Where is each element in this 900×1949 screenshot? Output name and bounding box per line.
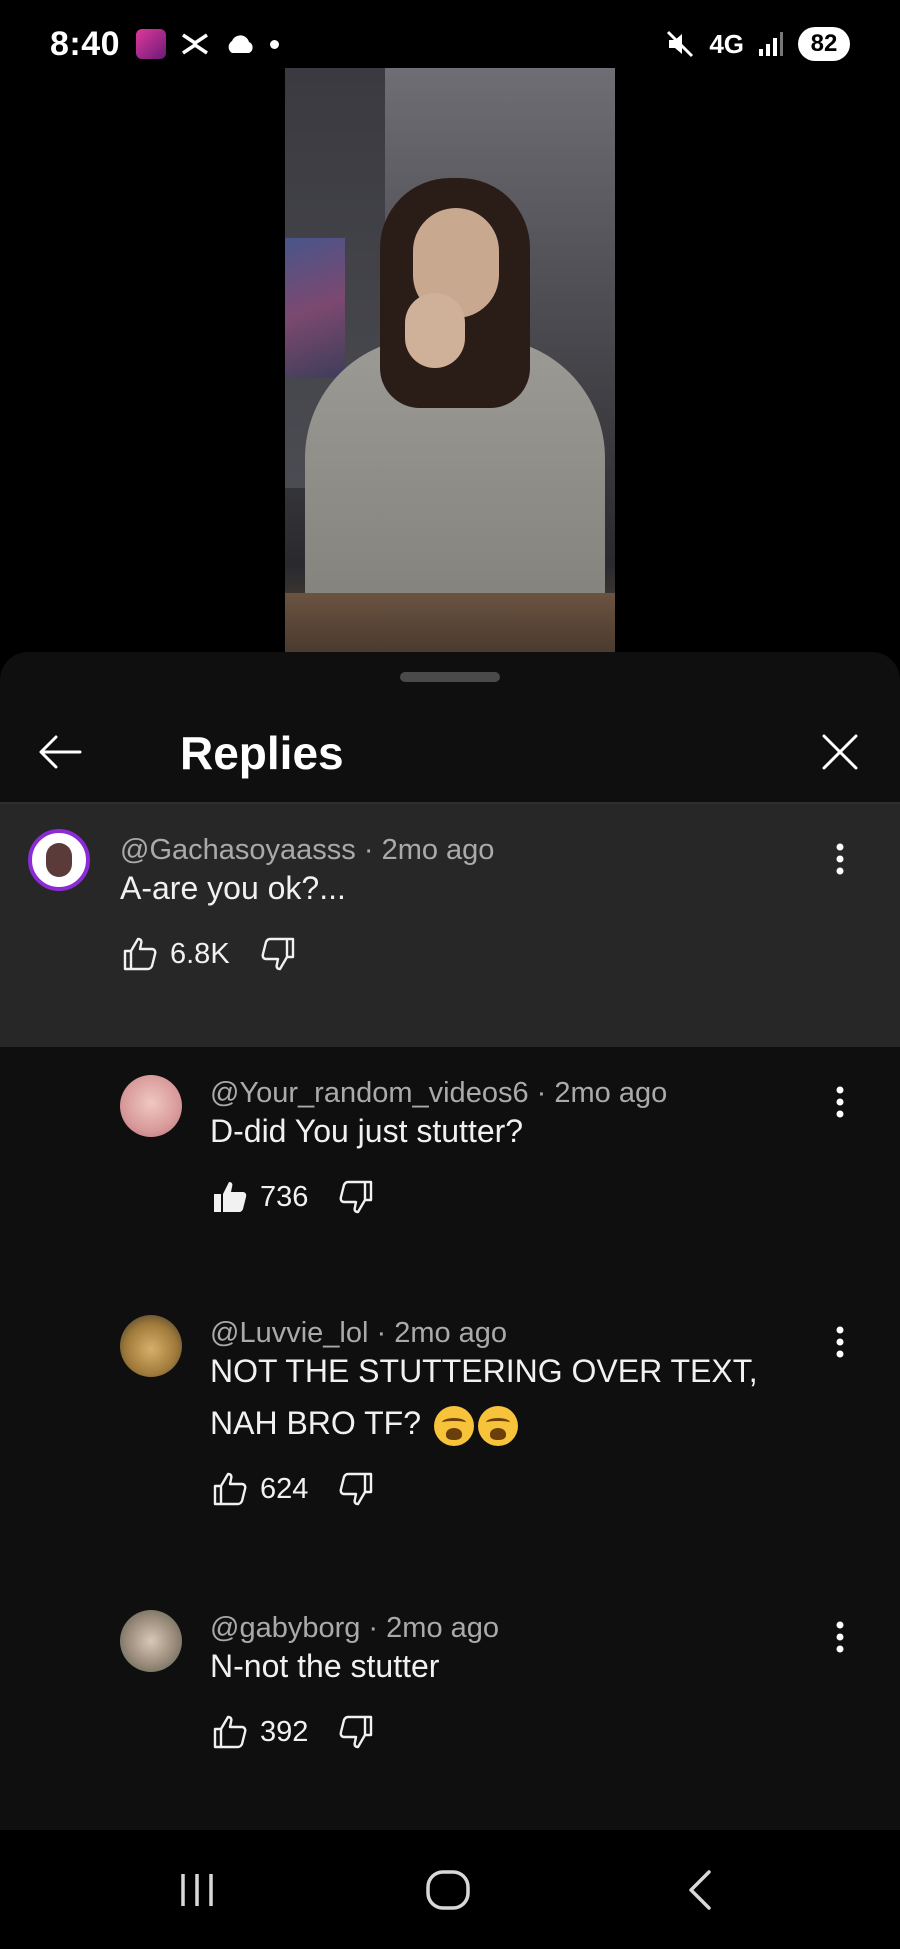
- drag-handle[interactable]: [400, 672, 500, 682]
- avatar[interactable]: [120, 1075, 182, 1137]
- like-button[interactable]: [208, 1175, 252, 1219]
- more-vert-icon: [836, 1326, 844, 1358]
- like-button[interactable]: [208, 1710, 252, 1754]
- capcut-icon: [182, 33, 209, 55]
- status-left-icons: [136, 29, 280, 59]
- battery-indicator: 82: [798, 27, 850, 61]
- app-notification-icon: [136, 29, 167, 59]
- video-frame-hand: [405, 293, 465, 368]
- like-count: 6.8K: [170, 937, 230, 970]
- video-frame-table: [285, 593, 615, 653]
- reply-text: N-not the stutter: [210, 1648, 440, 1684]
- crying-face-emoji-icon: [433, 1405, 474, 1446]
- recent-apps-icon: [181, 1874, 213, 1906]
- reply-age: 2mo ago: [554, 1077, 668, 1109]
- like-button[interactable]: [118, 932, 162, 976]
- system-nav-bar: [0, 1830, 900, 1949]
- more-vert-icon: [836, 1621, 844, 1653]
- more-vert-icon: [836, 843, 844, 875]
- more-options-button[interactable]: [825, 1317, 855, 1367]
- reply-text-line: NOT THE STUTTERING OVER TEXT,: [210, 1353, 758, 1389]
- more-options-button[interactable]: [825, 834, 855, 884]
- thumb-down-outline-icon: [339, 1715, 373, 1749]
- notification-dot-icon: [270, 39, 280, 49]
- sheet-header: Replies: [0, 702, 900, 802]
- dislike-button[interactable]: [256, 932, 300, 976]
- system-back-button[interactable]: [665, 1860, 735, 1920]
- reply-item: @Your_random_videos6 · 2mo ago D-did You…: [0, 1047, 900, 1287]
- signal-icon: [759, 32, 783, 56]
- close-icon: [822, 734, 858, 770]
- page-title: Replies: [180, 727, 344, 779]
- replies-sheet: Replies @Gachasoyaasss · 2mo ago A-are y…: [0, 652, 900, 1830]
- comment-age: 2mo ago: [381, 834, 495, 866]
- parent-comment: @Gachasoyaasss · 2mo ago A-are you ok?..…: [0, 804, 900, 1047]
- reply-item: @gabyborg · 2mo ago N-not the stutter 39…: [0, 1582, 900, 1830]
- more-vert-icon: [836, 1086, 844, 1118]
- status-time: 8:40: [50, 24, 121, 63]
- back-button[interactable]: [30, 724, 90, 780]
- dislike-button[interactable]: [334, 1175, 378, 1219]
- thumb-down-outline-icon: [339, 1180, 373, 1214]
- thumb-down-outline-icon: [261, 937, 294, 971]
- comment-text: A-are you ok?...: [120, 870, 346, 906]
- arrow-left-icon: [39, 735, 82, 769]
- crying-face-emoji-icon: [477, 1405, 518, 1446]
- avatar[interactable]: [120, 1315, 182, 1377]
- close-button[interactable]: [810, 722, 870, 782]
- thumb-up-filled-icon: [214, 1182, 247, 1212]
- network-label: 4G: [709, 28, 744, 59]
- avatar[interactable]: [28, 829, 90, 891]
- more-options-button[interactable]: [825, 1077, 855, 1127]
- recent-apps-button[interactable]: [162, 1860, 232, 1920]
- thumb-up-outline-icon: [213, 1472, 247, 1506]
- reply-text-line: NAH BRO TF?: [210, 1397, 758, 1449]
- thumb-down-outline-icon: [339, 1472, 373, 1506]
- video-player[interactable]: [285, 68, 615, 653]
- reply-text-line-content: NAH BRO TF?: [210, 1405, 421, 1441]
- thumb-up-outline-icon: [123, 937, 157, 971]
- video-frame-poster: [285, 238, 345, 378]
- thumb-up-outline-icon: [213, 1715, 247, 1749]
- mute-icon: [667, 30, 694, 58]
- comment-actions: 6.8K: [118, 929, 300, 979]
- chevron-left-icon: [689, 1870, 711, 1910]
- home-icon: [426, 1870, 470, 1910]
- like-button[interactable]: [208, 1467, 252, 1511]
- reply-item: @Luvvie_lol · 2mo ago NOT THE STUTTERING…: [0, 1287, 900, 1582]
- cloud-icon: [228, 35, 253, 53]
- reply-actions: 736: [208, 1172, 378, 1222]
- reply-actions: 624: [208, 1464, 378, 1514]
- dislike-button[interactable]: [334, 1710, 378, 1754]
- like-count: 392: [260, 1715, 309, 1748]
- avatar[interactable]: [120, 1610, 182, 1672]
- reply-text: NOT THE STUTTERING OVER TEXT, NAH BRO TF…: [210, 1345, 758, 1449]
- status-right-icons: 4G 82: [665, 27, 850, 61]
- like-count: 736: [260, 1180, 309, 1213]
- like-count: 624: [260, 1472, 309, 1505]
- home-button[interactable]: [413, 1860, 483, 1920]
- more-options-button[interactable]: [825, 1612, 855, 1662]
- reply-text: D-did You just stutter?: [210, 1113, 524, 1149]
- reply-actions: 392: [208, 1707, 378, 1757]
- dislike-button[interactable]: [334, 1467, 378, 1511]
